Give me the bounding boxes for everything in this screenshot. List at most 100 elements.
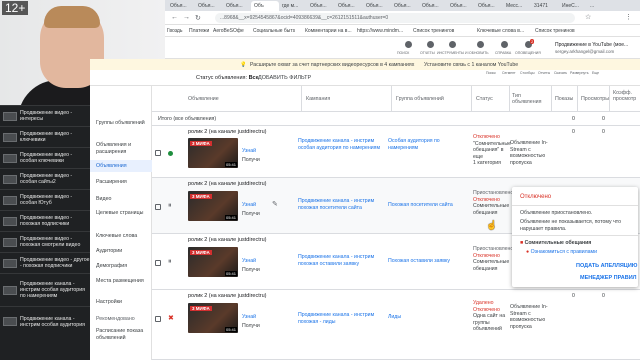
wrench-icon[interactable] — [449, 41, 456, 48]
browser-tab[interactable]: Объя... — [335, 1, 363, 11]
back-icon[interactable]: ← — [171, 14, 178, 21]
address-bar[interactable]: ...8968&__x=9254545867&ocid=409386639&__… — [215, 13, 575, 23]
status-dot-enabled[interactable] — [168, 151, 173, 156]
browser-tab[interactable]: где м... — [279, 1, 307, 11]
ad-action-1[interactable]: Узнай — [242, 314, 256, 321]
nav-placements[interactable]: Места размещения — [96, 278, 150, 285]
nav-demographics[interactable]: Демография — [96, 263, 150, 270]
pause-icon[interactable]: ⏸ — [168, 202, 172, 210]
appeal-button[interactable]: ПОДАТЬ АПЕЛЛЯЦИЮ — [576, 263, 637, 269]
nav-ad-schedule[interactable]: Расписание показа объявлений — [96, 328, 150, 341]
forward-icon[interactable]: → — [183, 14, 190, 21]
toolbar-more[interactable]: Еще — [592, 71, 599, 75]
lesson-item[interactable]: Продвижение канала - инстрим особая ауди… — [0, 273, 90, 306]
col-header-type[interactable]: Тип объявления — [510, 86, 552, 112]
campaign-link[interactable]: Продвижение канала - инстрим похожая пос… — [298, 198, 384, 211]
col-header-view-rate[interactable]: Коэфф. просмотр — [610, 86, 640, 112]
col-header-status[interactable]: Статус — [472, 86, 510, 112]
removed-x-icon[interactable]: ✖ — [168, 314, 174, 322]
star-icon[interactable]: ☆ — [585, 13, 591, 21]
lesson-item[interactable]: Продвижение видео - интересы — [0, 105, 90, 126]
bookmark-item[interactable]: Список тренинов — [535, 28, 575, 34]
lesson-item[interactable]: Продвижение видео - особая ключевики — [0, 147, 90, 168]
table-row[interactable]: ✖ ролик 2 (на канале justdirectru) 3 МИФ… — [152, 290, 640, 360]
account-name[interactable]: Продвижение в YouTube (мое... — [555, 42, 628, 48]
nav-ads-extensions[interactable]: Объявления и расширения — [96, 142, 150, 155]
lesson-item[interactable]: Продвижение канала - инстрим особая ауди… — [0, 306, 90, 336]
nav-extensions[interactable]: Расширения — [96, 179, 150, 186]
edit-pencil-icon[interactable]: ✎ — [272, 200, 278, 208]
nav-settings[interactable]: Настройки — [96, 299, 150, 306]
browser-tab[interactable]: Объя... — [363, 1, 391, 11]
bookmark-item[interactable]: Платежи — [189, 28, 209, 34]
policy-link[interactable]: ● Ознакомиться с правилами — [526, 249, 597, 255]
lesson-item[interactable]: Продвижение видео - похожая подписчики — [0, 210, 90, 231]
notice-text-2[interactable]: Установите связь с 1 каналом YouTube — [424, 62, 518, 68]
campaign-link[interactable]: Продвижение канала - инстрим особая ауди… — [298, 138, 384, 151]
campaign-link[interactable]: Продвижение канала - инстрим похожая ост… — [298, 254, 384, 267]
policy-manager-button[interactable]: МЕНЕДЖЕР ПРАВИЛ — [580, 275, 637, 281]
bookmark-item[interactable]: Гвоздь — [167, 28, 182, 34]
col-header-ad[interactable]: Объявление — [152, 86, 302, 112]
toolbar-expand[interactable]: Развернуть — [570, 71, 589, 75]
campaign-link[interactable]: Продвижение канала - инстрим похожая - л… — [298, 312, 384, 325]
pause-icon[interactable]: ⏸ — [168, 258, 172, 266]
menu-icon[interactable]: ⋮ — [625, 13, 632, 21]
row-checkbox[interactable] — [155, 260, 161, 266]
status-cell[interactable]: Приостановлено Отключено Сомнительные об… — [473, 190, 513, 216]
ad-group-link[interactable]: Похожая оставили заявку — [388, 258, 468, 265]
toolbar-search[interactable]: Поиск — [486, 71, 496, 75]
reports-icon[interactable] — [427, 41, 434, 48]
bookmark-item[interactable]: Ключевые слова в... — [477, 28, 524, 34]
bookmark-item[interactable]: Комментарии на в... — [305, 28, 352, 34]
ad-thumbnail[interactable]: 3 МИФА 05:41 — [188, 303, 238, 333]
table-row[interactable]: ролик 2 (на канале justdirectru) 3 МИФА 0… — [152, 126, 640, 178]
ad-thumbnail[interactable]: 3 МИФА 05:41 — [188, 247, 238, 277]
nav-ad-groups[interactable]: Группы объявлений — [96, 120, 150, 127]
bookmark-item[interactable]: Список тренингов — [413, 28, 454, 34]
col-header-campaign[interactable]: Кампания — [302, 86, 392, 112]
toolbar-columns[interactable]: Столбцы — [520, 71, 535, 75]
ad-group-link[interactable]: Лиды — [388, 314, 468, 321]
ad-group-link[interactable]: Особая аудитория по намерениям — [388, 138, 468, 151]
status-cell[interactable]: Удалено Отключено Одна сайт на группы об… — [473, 300, 513, 333]
search-icon[interactable] — [405, 41, 412, 48]
status-cell[interactable]: Отключено "Сомнительные обещания" в еще … — [473, 134, 511, 167]
lesson-item[interactable]: Продвижение видео - особая сайты2 — [0, 168, 90, 189]
browser-tab[interactable]: 31471 — [531, 1, 559, 11]
filter-label[interactable]: Статус объявления: Все — [196, 75, 259, 81]
refresh-icon[interactable] — [477, 41, 484, 48]
nav-keywords[interactable]: Ключевые слова — [96, 233, 150, 240]
bookmark-item[interactable]: Социальные бытs — [253, 28, 295, 34]
browser-tab[interactable]: Объя... — [167, 1, 195, 11]
ad-action-1[interactable]: Узнай — [242, 202, 256, 209]
bookmark-item[interactable]: AeroBeSOфе — [213, 28, 244, 34]
browser-tab[interactable]: Объя... — [391, 1, 419, 11]
add-filter-button[interactable]: ДОБАВИТЬ ФИЛЬТР — [258, 75, 311, 81]
nav-video[interactable]: Видео — [96, 196, 150, 203]
browser-tab[interactable]: Объя... — [307, 1, 335, 11]
bookmark-item[interactable]: https://www.mindm... — [357, 28, 403, 34]
col-header-shows[interactable]: Показы — [552, 86, 578, 112]
browser-tab[interactable]: Объя... — [447, 1, 475, 11]
ad-thumbnail[interactable]: 3 МИФА 05:41 — [188, 138, 238, 168]
toolbar-reports[interactable]: Отчеты — [538, 71, 550, 75]
toolbar-download[interactable]: Скачать — [554, 71, 567, 75]
browser-tab[interactable]: ... — [587, 1, 615, 11]
help-icon[interactable] — [501, 41, 508, 48]
row-checkbox[interactable] — [155, 150, 161, 156]
ad-group-link[interactable]: Похожая посетители сайта — [388, 202, 468, 209]
nav-ads[interactable]: Объявления — [90, 160, 152, 172]
status-cell[interactable]: Приостановлено Отключено Сомнительные об… — [473, 246, 513, 272]
ad-action-1[interactable]: Узнай — [242, 258, 256, 265]
col-header-ad-group[interactable]: Группа объявлений — [392, 86, 472, 112]
browser-tab[interactable]: ИнеС... — [559, 1, 587, 11]
browser-tab[interactable]: Месс... — [503, 1, 531, 11]
browser-tab[interactable]: Объя... — [195, 1, 223, 11]
row-checkbox[interactable] — [155, 316, 161, 322]
toolbar-segment[interactable]: Сегмент — [502, 71, 516, 75]
reload-icon[interactable]: ↻ — [195, 14, 201, 22]
lesson-item[interactable]: Продвижение видео - особая Ютуб — [0, 189, 90, 210]
row-checkbox[interactable] — [155, 204, 161, 210]
browser-tab[interactable]: Объя... — [223, 1, 251, 11]
